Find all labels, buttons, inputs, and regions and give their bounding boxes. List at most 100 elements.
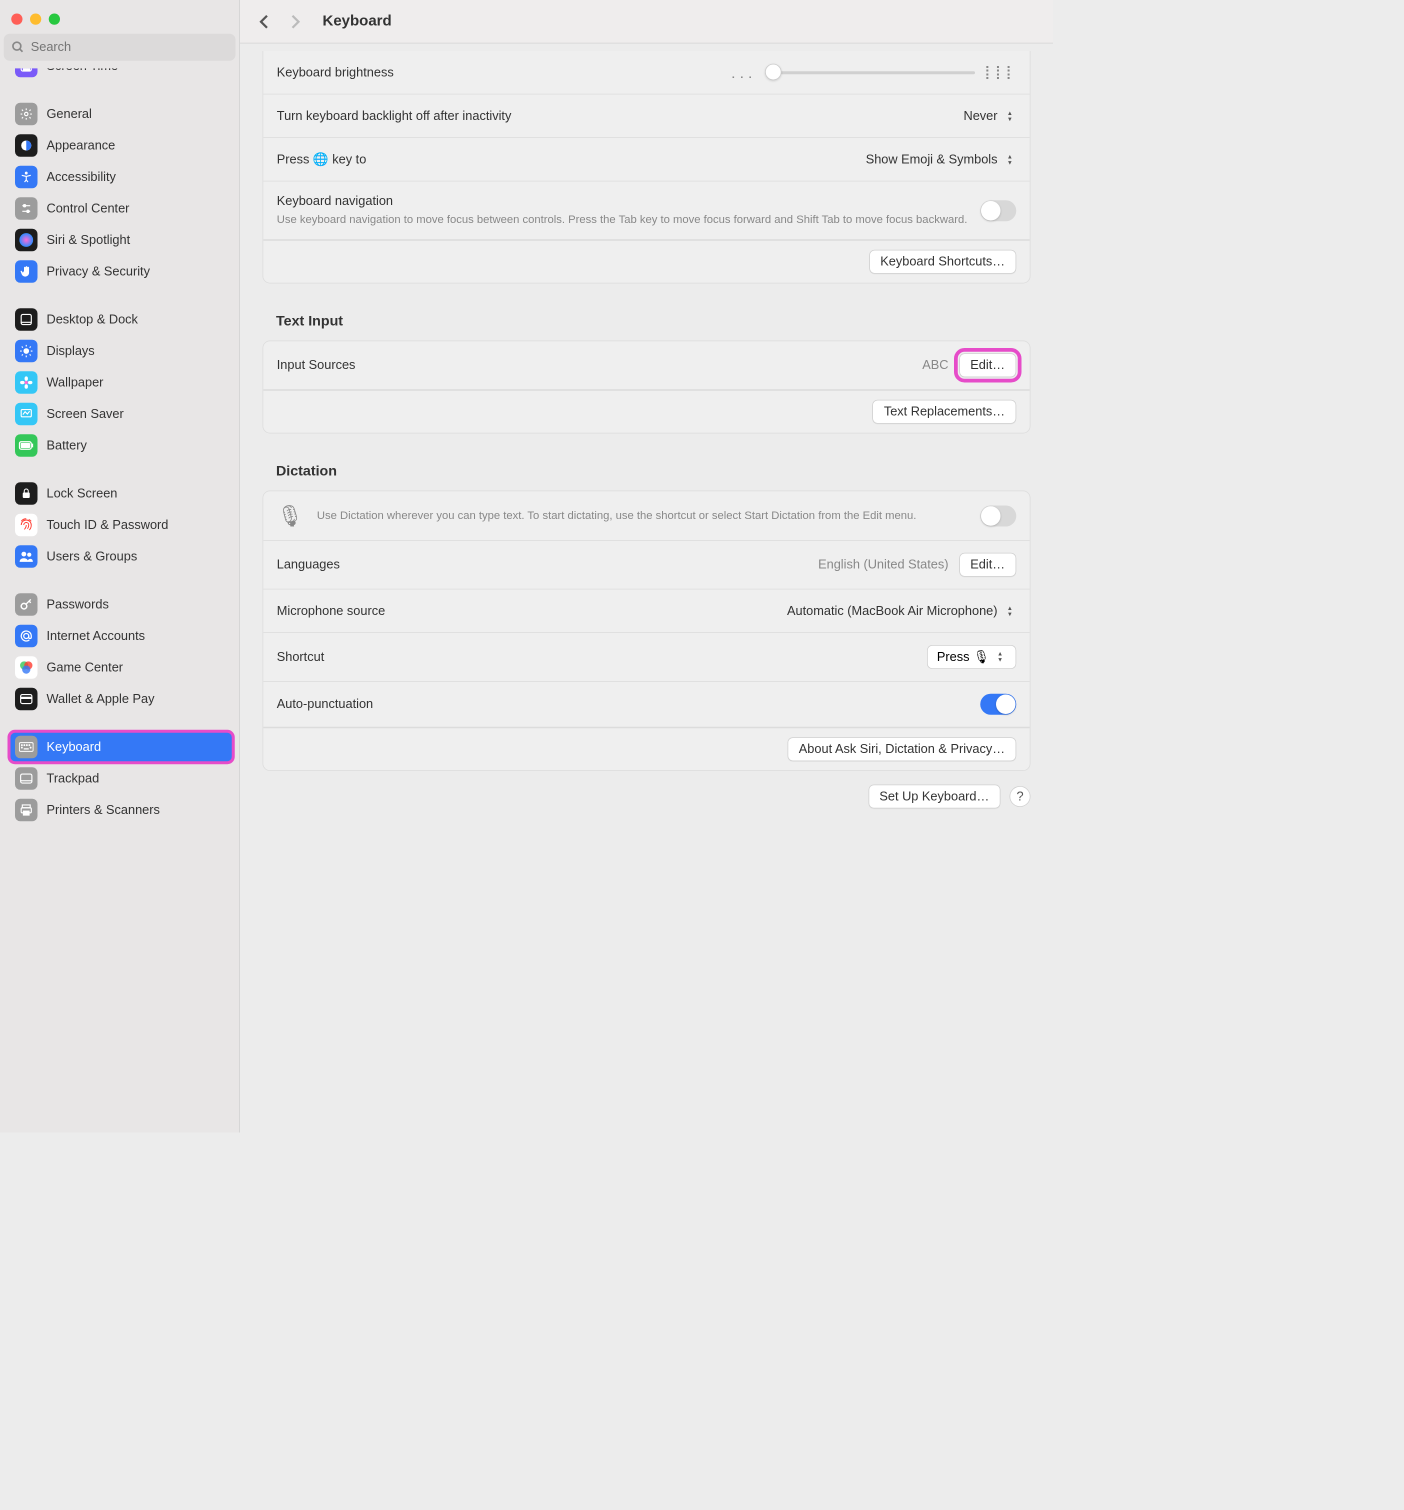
wallet-icon: [15, 688, 38, 711]
sidebar-item-control-center[interactable]: Control Center: [9, 193, 233, 225]
siri-icon: [15, 229, 38, 252]
sidebar-item-touch-id-password[interactable]: Touch ID & Password: [9, 509, 233, 541]
sidebar: Screen Time General Appearance Accessibilit…: [0, 0, 240, 1133]
dictation-toggle[interactable]: [980, 505, 1016, 526]
forward-button[interactable]: [285, 11, 306, 32]
sidebar-item-passwords[interactable]: Passwords: [9, 589, 233, 621]
fullscreen-window[interactable]: [49, 14, 60, 25]
sidebar-item-label: Touch ID & Password: [47, 518, 169, 533]
screensaver-icon: [15, 403, 38, 426]
shortcut-label: Shortcut: [277, 650, 927, 665]
input-sources-edit-button[interactable]: Edit…: [959, 353, 1016, 377]
sidebar-item-siri-spotlight[interactable]: Siri & Spotlight: [9, 224, 233, 256]
back-button[interactable]: [254, 11, 275, 32]
sun-icon: [15, 340, 38, 363]
keyboard-icon: [15, 736, 38, 759]
languages-label: Languages: [277, 557, 818, 572]
sidebar-item-label: Desktop & Dock: [47, 312, 138, 327]
sidebar-item-label: Accessibility: [47, 170, 116, 185]
sidebar-item-general[interactable]: General: [9, 98, 233, 130]
controls-icon: [15, 197, 38, 220]
languages-edit-button[interactable]: Edit…: [959, 553, 1016, 577]
appearance-icon: [15, 134, 38, 157]
setup-keyboard-button[interactable]: Set Up Keyboard…: [868, 785, 1000, 809]
screentime-icon: [15, 68, 38, 77]
shortcut-value: Press 🎙: [937, 650, 989, 665]
page-title: Keyboard: [323, 13, 392, 30]
dock-icon: [15, 308, 38, 331]
auto-punctuation-toggle[interactable]: [980, 694, 1016, 715]
sidebar-item-label: Users & Groups: [47, 549, 138, 564]
gear-icon: [15, 103, 38, 126]
window-controls: [0, 0, 239, 34]
sidebar-item-wallpaper[interactable]: Wallpaper: [9, 367, 233, 399]
dictation-title: Dictation: [276, 464, 1031, 481]
microphone-icon: 🎙: [277, 503, 304, 528]
dictation-description: Use Dictation wherever you can type text…: [317, 508, 980, 524]
sidebar-item-appearance[interactable]: Appearance: [9, 130, 233, 162]
search-input[interactable]: [4, 34, 236, 61]
sidebar-item-users-groups[interactable]: Users & Groups: [9, 541, 233, 573]
brightness-slider[interactable]: ⡀⡀⡀ ⡇⡇⡇: [731, 65, 1016, 81]
sidebar-item-displays[interactable]: Displays: [9, 335, 233, 367]
sidebar-item-label: Displays: [47, 344, 95, 359]
close-window[interactable]: [11, 14, 22, 25]
sidebar-item-accessibility[interactable]: Accessibility: [9, 161, 233, 193]
lock-icon: [15, 482, 38, 505]
sidebar-item-label: General: [47, 107, 92, 122]
search-icon: [11, 41, 25, 55]
sidebar-item-trackpad[interactable]: Trackpad: [9, 763, 233, 795]
sidebar-item-label: Keyboard: [47, 740, 102, 755]
sidebar-item-keyboard[interactable]: Keyboard: [9, 731, 233, 763]
shortcut-selector[interactable]: Press 🎙 ▲▼: [927, 645, 1016, 669]
keyboard-shortcuts-button[interactable]: Keyboard Shortcuts…: [869, 250, 1016, 274]
sidebar-item-screen-saver[interactable]: Screen Saver: [9, 398, 233, 430]
shortcut-stepper[interactable]: ▲▼: [994, 649, 1007, 666]
gamecenter-icon: [15, 656, 38, 679]
key-icon: [15, 593, 38, 616]
microphone-source-label: Microphone source: [277, 603, 787, 618]
dictation-panel: 🎙 Use Dictation wherever you can type te…: [263, 491, 1031, 772]
text-replacements-button[interactable]: Text Replacements…: [873, 400, 1017, 424]
help-button[interactable]: ?: [1010, 786, 1031, 807]
keyboard-nav-toggle[interactable]: [980, 200, 1016, 221]
minimize-window[interactable]: [30, 14, 41, 25]
sidebar-item-label: Game Center: [47, 660, 124, 675]
about-dictation-privacy-button[interactable]: About Ask Siri, Dictation & Privacy…: [788, 737, 1017, 761]
sidebar-item-privacy-security[interactable]: Privacy & Security: [9, 256, 233, 288]
sidebar-item-game-center[interactable]: Game Center: [9, 652, 233, 684]
brightness-high-icon: ⡇⡇⡇: [984, 65, 1016, 81]
languages-value: English (United States): [818, 557, 948, 572]
sidebar-item-printers-scanners[interactable]: Printers & Scanners: [9, 794, 233, 826]
sidebar-list: Screen Time General Appearance Accessibilit…: [0, 68, 239, 1132]
accessibility-icon: [15, 166, 38, 189]
printer-icon: [15, 799, 38, 822]
brightness-label: Keyboard brightness: [277, 65, 731, 80]
backlight-stepper[interactable]: ▲▼: [1004, 108, 1017, 125]
keyboard-nav-label: Keyboard navigation: [277, 194, 981, 209]
battery-icon: [15, 434, 38, 457]
sidebar-item-battery[interactable]: Battery: [9, 430, 233, 462]
sidebar-item-screen-time[interactable]: Screen Time: [9, 68, 233, 82]
input-sources-value: ABC: [922, 358, 948, 373]
main-panel: Keyboard Keyboard brightness ⡀⡀⡀ ⡇⡇⡇ Tur…: [240, 0, 1053, 1133]
sidebar-item-wallet-apple-pay[interactable]: Wallet & Apple Pay: [9, 683, 233, 715]
sidebar-item-label: Internet Accounts: [47, 629, 146, 644]
input-sources-label: Input Sources: [277, 358, 923, 373]
text-input-title: Text Input: [276, 314, 1031, 331]
sidebar-item-label: Battery: [47, 438, 87, 453]
sidebar-item-lock-screen[interactable]: Lock Screen: [9, 478, 233, 510]
press-key-stepper[interactable]: ▲▼: [1004, 151, 1017, 168]
trackpad-icon: [15, 767, 38, 790]
sidebar-item-label: Wallet & Apple Pay: [47, 692, 155, 707]
sidebar-item-label: Screen Time: [47, 68, 119, 73]
microphone-source-stepper[interactable]: ▲▼: [1004, 603, 1017, 620]
sidebar-item-label: Printers & Scanners: [47, 803, 160, 818]
sidebar-item-internet-accounts[interactable]: Internet Accounts: [9, 620, 233, 652]
header: Keyboard: [240, 0, 1053, 44]
sidebar-item-desktop-dock[interactable]: Desktop & Dock: [9, 304, 233, 336]
keyboard-nav-sub: Use keyboard navigation to move focus be…: [277, 209, 981, 228]
brightness-low-icon: ⡀⡀⡀: [731, 66, 756, 79]
sidebar-item-label: Siri & Spotlight: [47, 233, 131, 248]
at-icon: [15, 625, 38, 648]
